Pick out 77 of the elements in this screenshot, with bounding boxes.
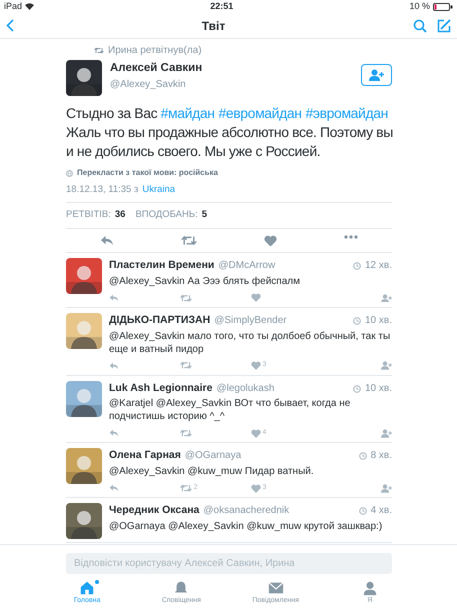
- reply-text: @OGarnaya @Alexey_Savkin @kuw_muw крутой зашквар:): [109, 520, 384, 533]
- back-icon[interactable]: [6, 19, 14, 32]
- battery-percentage: 10 %: [409, 0, 430, 13]
- tweet-date: 18.12.13, 11:35 з: [66, 183, 138, 197]
- reply-time: 4 хв.: [370, 504, 392, 518]
- reply-author-handle: @SimplyBender: [214, 314, 288, 328]
- retweet-icon[interactable]: [180, 361, 192, 370]
- reply-text: @Alexey_Savkin мало того, что ты долбоеб обычный, так ты еще и ватный пидор: [109, 330, 392, 356]
- reply-time: 8 хв.: [370, 449, 392, 464]
- reply-icon[interactable]: [109, 484, 119, 492]
- envelope-icon: [268, 580, 284, 596]
- home-icon: [79, 580, 96, 596]
- stat-value: 36: [114, 208, 126, 222]
- hashtag-link[interactable]: #эвромайдан: [306, 105, 388, 121]
- reply-author-handle: @oksanacherednik: [203, 504, 290, 518]
- reply-author-name: Пластелин Времени: [109, 258, 214, 274]
- reply-author-handle: @DMcArrow: [218, 259, 276, 274]
- globe-icon: [66, 170, 73, 176]
- clock-icon: [358, 507, 367, 516]
- reply-author-handle: @legolukash: [216, 382, 276, 396]
- reply-icon[interactable]: [109, 429, 119, 438]
- reply-icon[interactable]: [109, 362, 119, 370]
- clock-icon: [353, 384, 361, 393]
- reply-author-name: Чередник Оксана: [109, 503, 200, 518]
- location-link[interactable]: Ukraina: [142, 183, 176, 198]
- clock-icon: [358, 452, 367, 460]
- heart-icon[interactable]: [250, 361, 260, 370]
- heart-icon[interactable]: [250, 293, 260, 302]
- reply-icon[interactable]: [109, 294, 119, 302]
- battery-icon: [433, 2, 453, 10]
- reply-time: 12 хв.: [365, 259, 392, 274]
- retweet-icon[interactable]: [180, 294, 192, 302]
- author-name: Алексей Савкин: [110, 61, 204, 76]
- follow-icon[interactable]: [381, 294, 392, 302]
- follow-button[interactable]: [361, 64, 392, 86]
- retweet-icon[interactable]: [94, 47, 104, 54]
- reply-time: 10 хв.: [365, 314, 392, 328]
- heart-icon[interactable]: [250, 428, 260, 438]
- follow-icon[interactable]: [381, 484, 392, 493]
- search-icon[interactable]: [413, 18, 427, 32]
- person-icon: [362, 580, 378, 596]
- retweet-icon[interactable]: [180, 429, 192, 438]
- reply-text: @Alexey_Savkin @kuw_muw Пидар ватный.: [109, 465, 315, 478]
- reply-time: 10 хв.: [365, 382, 392, 396]
- hashtag-link[interactable]: #евромайдан: [218, 105, 302, 121]
- clock-time: 22:51: [209, 0, 234, 13]
- reply-author-name: Luk Ash Legionnaire: [109, 380, 212, 396]
- stat-value: 5: [202, 208, 208, 222]
- stat-label: ВПОДОБАНЬ:: [135, 208, 198, 222]
- heart-icon[interactable]: [250, 484, 260, 493]
- follow-icon: [369, 68, 384, 81]
- reply-author-name: Олена Гарная: [109, 448, 181, 464]
- clock-icon: [353, 316, 361, 325]
- reply-text: @Karatjel @Alexey_Savkin ВОт что бывает, когда не подчистишь историю ^_^: [109, 397, 352, 424]
- compose-icon[interactable]: [437, 18, 451, 32]
- reply-field[interactable]: Відповісти користувачу Алексей Савкин, Ирина: [66, 552, 392, 574]
- hashtag-link[interactable]: #майдан: [160, 105, 215, 121]
- author-handle: @Alexey_Savkin: [110, 78, 187, 92]
- reply-icon[interactable]: [100, 234, 114, 246]
- reply-author-name: ДІДЬКО-ПАРТИЗАН: [109, 312, 210, 328]
- retweet-icon[interactable]: [180, 234, 197, 246]
- reply-author-handle: @OGarnaya: [184, 449, 242, 464]
- heart-icon[interactable]: [264, 234, 278, 246]
- reply-text: @Alexey_Savkin Аа Эээ блять фейспалм: [109, 274, 301, 288]
- translate-link[interactable]: Перекласти з такої мови: російська: [77, 167, 218, 179]
- bell-icon: [173, 580, 190, 596]
- wifi-icon: [25, 3, 34, 10]
- stat-label: РЕТВІТІВ:: [66, 208, 111, 222]
- retweeted-by-label: Ирина ретвітнув(ла): [108, 44, 202, 58]
- follow-icon[interactable]: [381, 429, 392, 438]
- device-label: iPad: [4, 0, 22, 13]
- tweet-text: Стыдно за Вас #майдан #евромайдан #эвромайдан Жаль что вы продажные абсолютно все. Поэтому вы и не добились своего. Мы уже с Россией.: [66, 104, 394, 161]
- retweet-icon[interactable]: [180, 484, 192, 492]
- follow-icon[interactable]: [381, 361, 392, 370]
- screen-title: Твіт: [200, 18, 226, 34]
- more-icon[interactable]: [344, 234, 358, 238]
- clock-icon: [353, 262, 361, 270]
